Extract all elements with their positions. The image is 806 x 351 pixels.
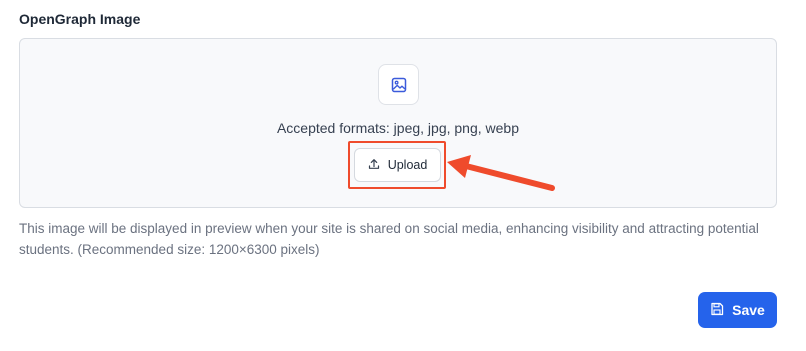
- upload-button[interactable]: Upload: [354, 148, 441, 182]
- save-button[interactable]: Save: [698, 292, 777, 328]
- save-icon: [710, 302, 724, 319]
- help-text: This image will be displayed in preview …: [19, 221, 759, 257]
- accepted-formats-text: Accepted formats: jpeg, jpg, png, webp: [276, 120, 520, 136]
- image-icon: [378, 64, 419, 105]
- field-label: OpenGraph Image: [19, 11, 141, 27]
- image-dropzone[interactable]: Accepted formats: jpeg, jpg, png, webp U…: [19, 38, 777, 208]
- annotation-arrow-icon: [447, 155, 555, 191]
- save-button-label: Save: [732, 302, 765, 318]
- upload-icon: [368, 158, 380, 173]
- upload-button-label: Upload: [387, 158, 428, 172]
